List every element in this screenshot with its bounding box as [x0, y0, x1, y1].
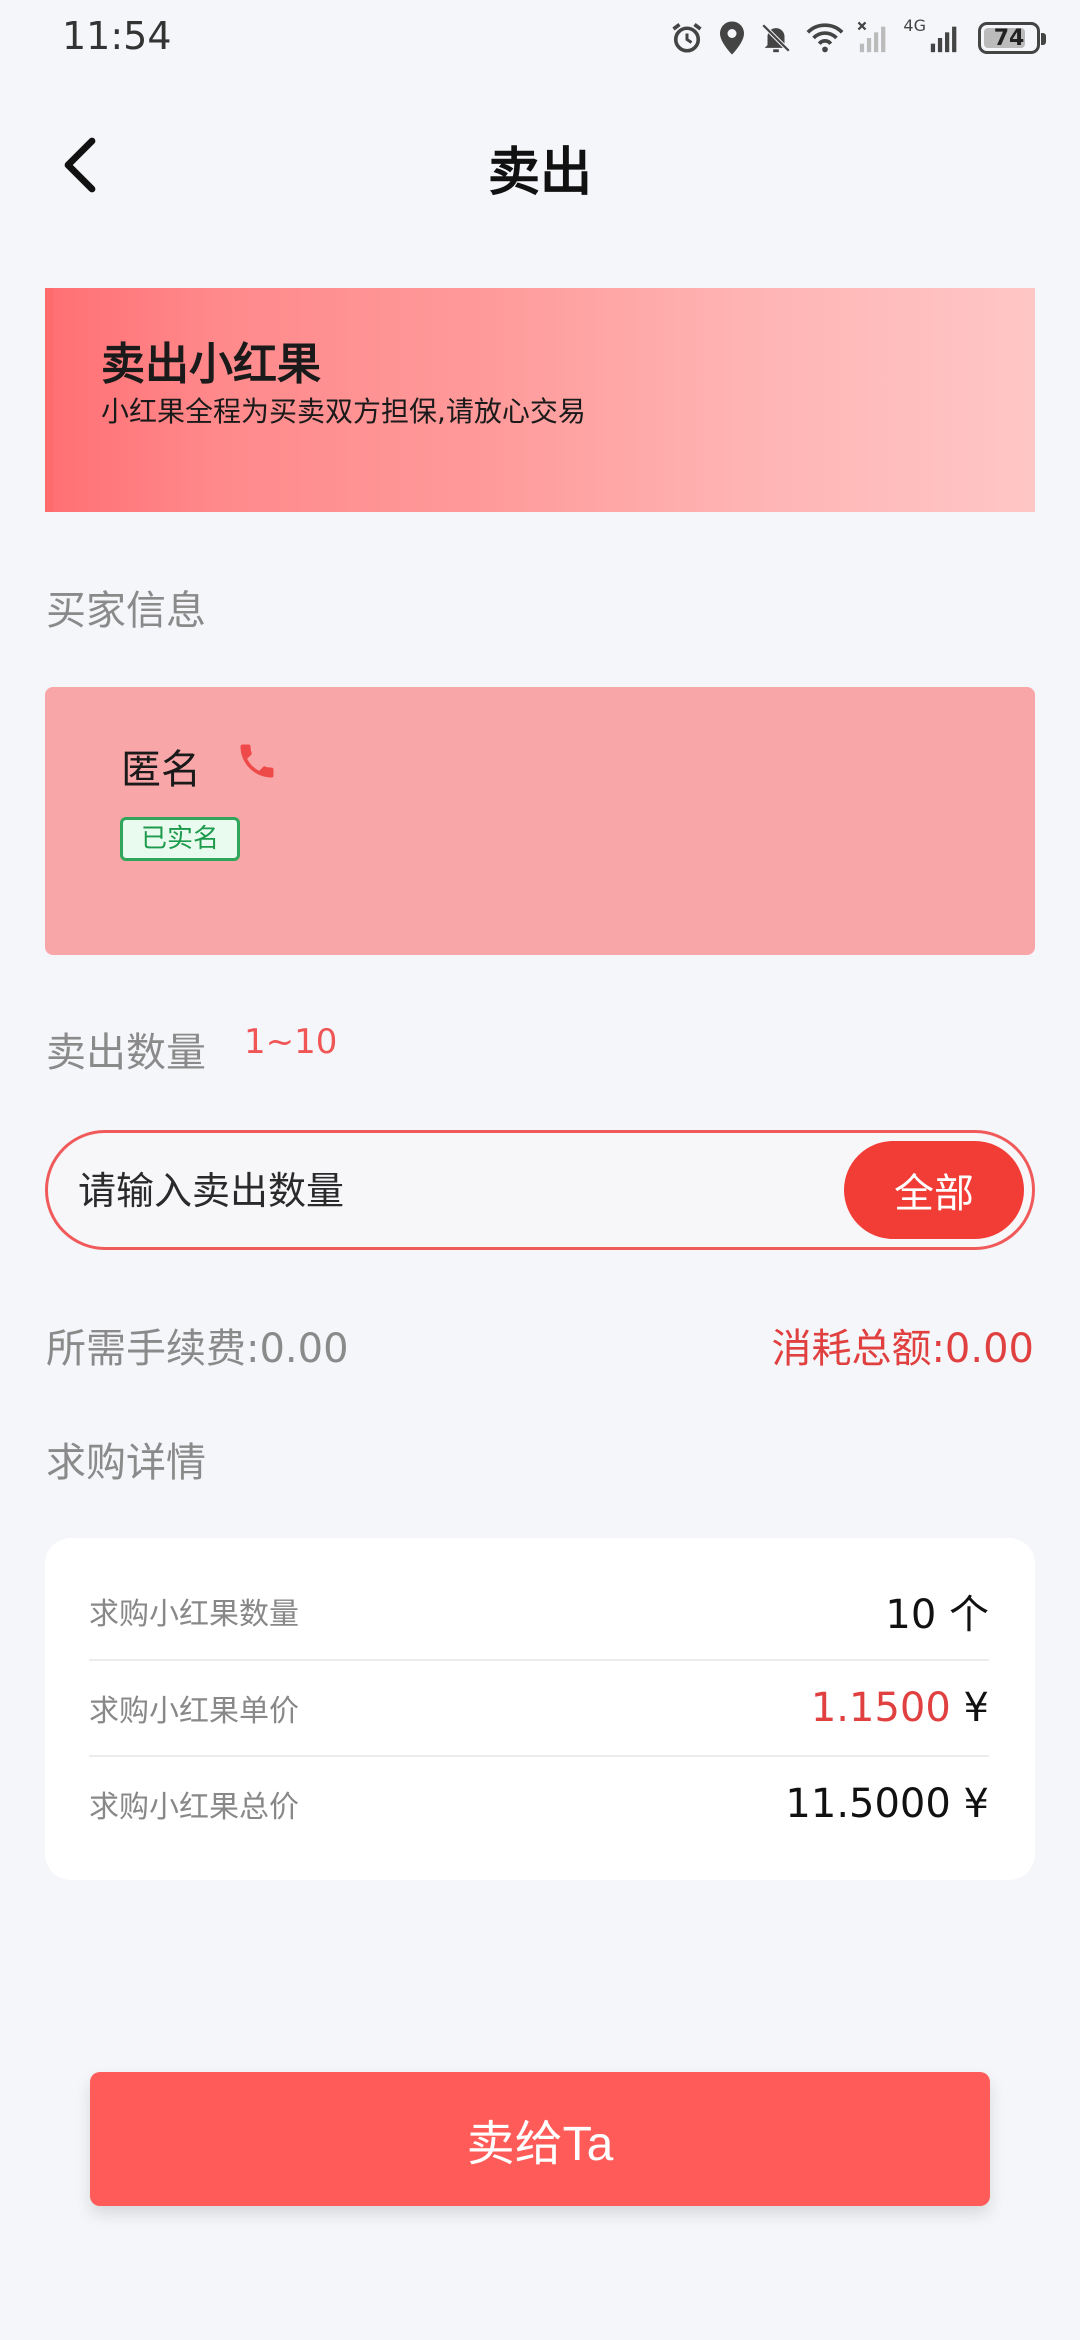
buyer-card: 匿名 已实名 — [45, 687, 1035, 955]
unit-price-value: 1.1500 — [810, 1685, 951, 1731]
status-time: 11:54 — [62, 14, 172, 58]
buyer-name: 匿名 — [121, 747, 201, 793]
quantity-input[interactable] — [78, 1153, 858, 1229]
detail-value: 10 个 — [885, 1592, 989, 1638]
detail-row-total-price: 求购小红果总价 11.5000 ¥ — [89, 1755, 989, 1851]
location-icon — [720, 21, 745, 55]
detail-label: 求购小红果总价 — [89, 1790, 299, 1825]
sell-to-buyer-button[interactable]: 卖给Ta — [90, 2072, 990, 2206]
verified-badge: 已实名 — [120, 817, 241, 861]
purchase-details-card: 求购小红果数量 10 个 求购小红果单价 1.1500 ¥ 求购小红果总价 11… — [45, 1538, 1035, 1880]
wifi-icon — [806, 23, 844, 53]
detail-value: 11.5000 ¥ — [785, 1781, 989, 1827]
status-icons: 4G 74 — [669, 16, 1046, 60]
buyer-section-label: 买家信息 — [46, 588, 206, 634]
currency-symbol: ¥ — [950, 1685, 989, 1731]
detail-row-unit-price: 求购小红果单价 1.1500 ¥ — [89, 1659, 989, 1755]
detail-row-quantity: 求购小红果数量 10 个 — [89, 1563, 989, 1659]
battery-icon: 74 — [978, 22, 1046, 54]
nav-bar: 卖出 — [0, 110, 1080, 220]
signal-icon-sim1 — [858, 21, 886, 53]
banner-subtitle: 小红果全程为买卖双方担保,请放心交易 — [101, 395, 586, 428]
network-type: 4G — [903, 16, 926, 35]
status-bar: 11:54 4G 74 — [0, 0, 1080, 80]
detail-label: 求购小红果数量 — [89, 1597, 299, 1632]
page-title: 卖出 — [487, 143, 592, 203]
signal-icon-sim2 — [930, 26, 957, 53]
detail-label: 求购小红果单价 — [89, 1694, 299, 1729]
battery-level: 74 — [993, 25, 1025, 51]
phone-icon[interactable] — [235, 739, 279, 783]
quantity-range: 1~10 — [244, 1022, 338, 1062]
bell-muted-icon — [762, 23, 791, 53]
fee-text: 所需手续费:0.00 — [46, 1326, 349, 1372]
details-section-label: 求购详情 — [46, 1440, 206, 1486]
detail-value: 1.1500 ¥ — [811, 1685, 989, 1731]
quantity-input-wrapper: 全部 — [45, 1130, 1035, 1250]
all-quantity-button[interactable]: 全部 — [844, 1141, 1024, 1239]
banner-title: 卖出小红果 — [101, 339, 321, 390]
alarm-icon — [672, 23, 703, 53]
quantity-section-label: 卖出数量 — [46, 1030, 206, 1076]
sell-banner: 卖出小红果 小红果全程为买卖双方担保,请放心交易 — [45, 288, 1035, 512]
total-cost-text: 消耗总额:0.00 — [771, 1326, 1034, 1372]
